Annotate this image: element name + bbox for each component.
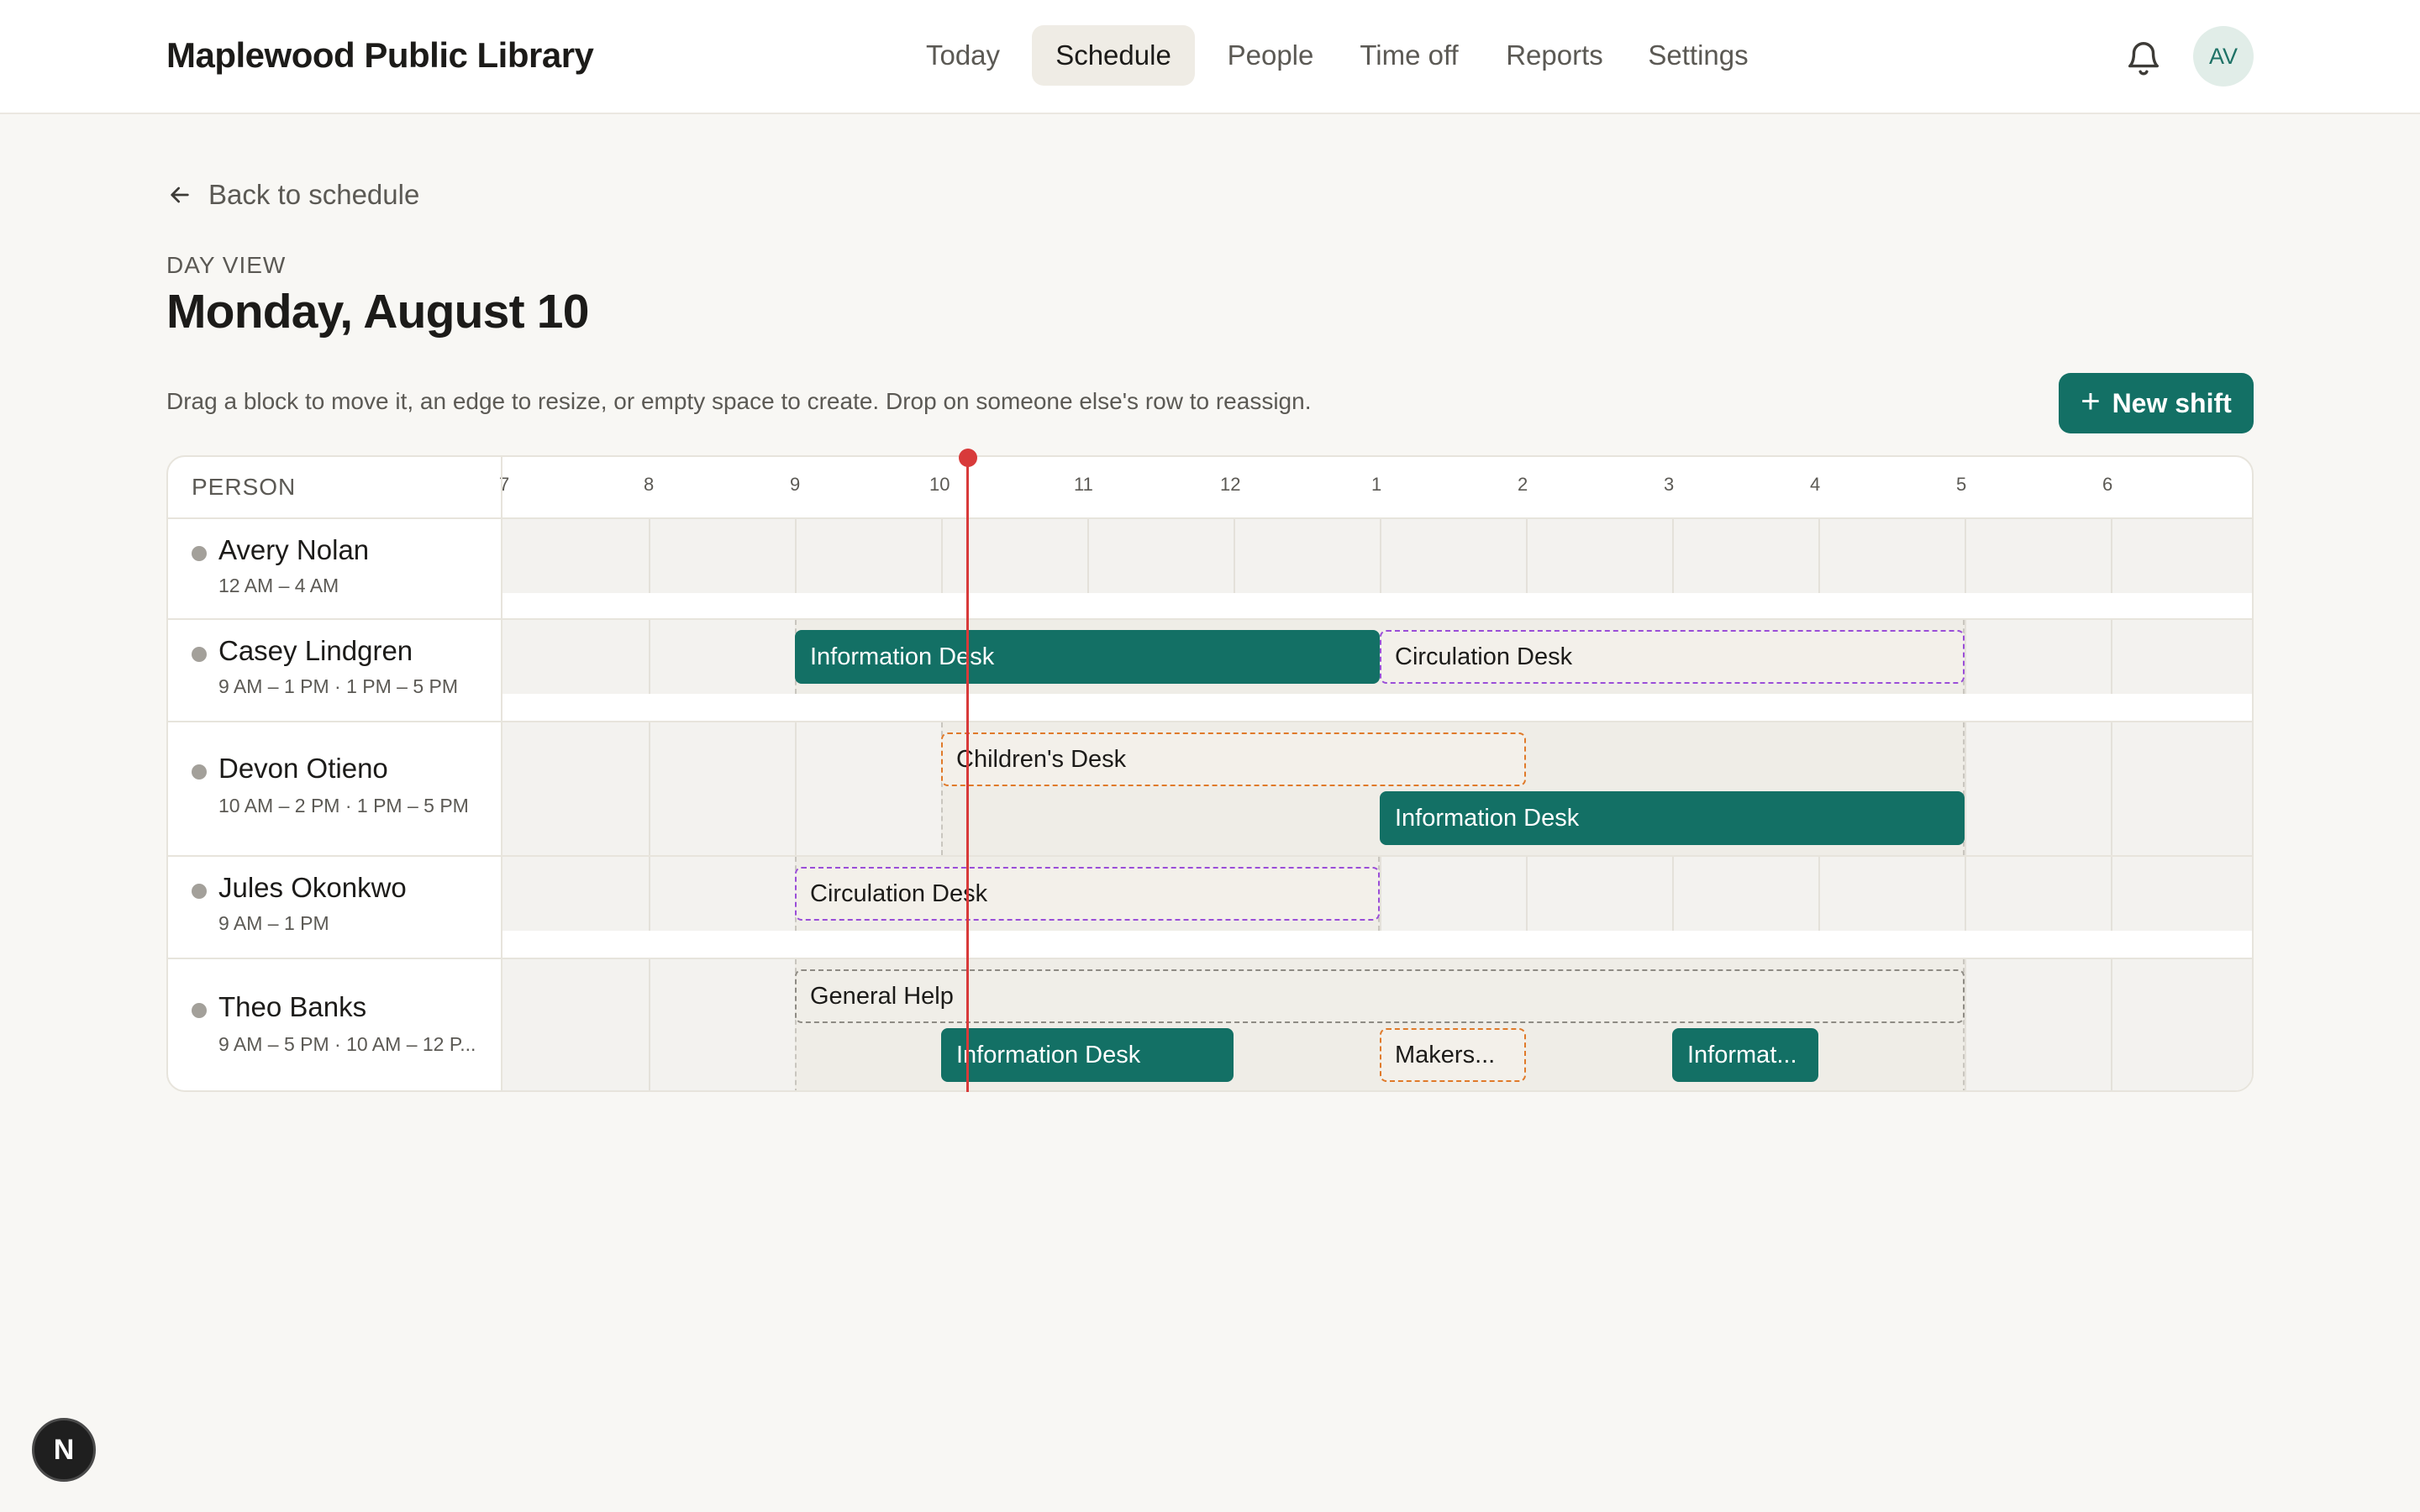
hour-gridline [1526,519,1528,593]
hour-gridline [2111,519,2112,593]
shift-block[interactable]: Children's Desk [941,732,1526,786]
person-row-theo: General Help Information Desk Makers... … [168,959,2252,1090]
status-dot [192,884,207,899]
new-shift-label: New shift [2112,387,2232,418]
hour-gridline [1818,857,1820,931]
back-label: Back to schedule [208,179,420,210]
hour-gridline [1380,519,1381,593]
nav-schedule[interactable]: Schedule [1032,25,1195,86]
page-title: Monday, August 10 [166,285,589,339]
hour-tick: 6 [2102,474,2113,495]
hour-gridline [1380,857,1381,931]
hour-tick: 1 [1371,474,1382,495]
hour-tick: 5 [1956,474,1967,495]
hour-gridline [795,519,797,593]
shift-block[interactable]: General Help [795,969,1965,1023]
hour-gridline [1672,519,1674,593]
hour-gridline [2111,722,2112,855]
person-hours: 12 AM – 4 AM [218,575,339,596]
hour-gridline [941,519,943,593]
timeline-track[interactable]: Children's Desk Information Desk [502,722,2252,855]
hour-gridline [2111,959,2112,1090]
timeline-track[interactable]: General Help Information Desk Makers... … [502,959,2252,1090]
person-name: Jules Okonkwo [218,872,407,903]
hour-gridline [1965,857,1966,931]
hour-gridline [1087,519,1089,593]
hour-tick: 3 [1664,474,1675,495]
person-column-header: PERSON [192,474,297,500]
timeline-track[interactable]: Information Desk Circulation Desk [502,620,2252,694]
status-dot [192,647,207,662]
shift-block[interactable]: Information Desk [795,630,1380,684]
person-name: Theo Banks [218,991,367,1022]
person-hours: 9 AM – 1 PM [218,912,329,934]
shift-block[interactable]: Circulation Desk [1380,630,1965,684]
hour-tick: 9 [790,474,801,495]
new-shift-button[interactable]: + New shift [2059,373,2254,433]
devtools-badge[interactable]: N [32,1418,96,1482]
hour-gridline [1818,519,1820,593]
hour-gridline [2111,857,2112,931]
hour-gridline [649,519,650,593]
instructions-text: Drag a block to move it, an edge to resi… [166,388,1312,414]
person-hours: 9 AM – 1 PM · 1 PM – 5 PM [218,675,459,697]
nav-today[interactable]: Today [914,25,1012,86]
shift-block[interactable]: Information Desk [1380,791,1965,845]
hour-tick: 2 [1518,474,1528,495]
schedule-grid: PERSON 7 8 9 10 11 12 1 2 3 4 5 6 Avery … [166,455,2254,1092]
shift-block[interactable]: Makers... [1380,1028,1526,1082]
hour-gridline [649,857,650,931]
timeline-track[interactable] [502,519,2252,593]
current-time-line [966,459,969,1092]
person-row-jules: Circulation Desk Jules Okonkwo 9 AM – 1 … [168,857,2252,959]
person-name: Avery Nolan [218,534,370,565]
brand-title[interactable]: Maplewood Public Library [166,35,594,76]
hour-gridline [795,722,797,855]
nav-time-off[interactable]: Time off [1346,25,1472,86]
hour-gridline [1965,722,1966,855]
top-header: Maplewood Public Library Today Schedule … [0,0,2420,114]
nav-reports[interactable]: Reports [1496,25,1613,86]
status-dot [192,1003,207,1018]
person-row-casey: Information Desk Circulation Desk Casey … [168,620,2252,722]
hour-tick: 8 [644,474,655,495]
person-name: Casey Lindgren [218,635,413,666]
hour-tick: 12 [1220,474,1241,495]
hour-gridline [1234,519,1235,593]
hour-gridline [1965,620,1966,694]
shift-block[interactable]: Informat... [1672,1028,1818,1082]
person-row-avery: Avery Nolan 12 AM – 4 AM [168,519,2252,620]
status-dot [192,546,207,561]
plus-icon: + [2081,383,2101,420]
hour-gridline [1965,959,1966,1090]
current-time-marker [959,449,977,467]
hour-tick: 11 [1074,474,1093,495]
hour-tick: 4 [1810,474,1821,495]
shift-block[interactable]: Circulation Desk [795,867,1380,921]
hour-gridline [1526,857,1528,931]
arrow-left-icon [171,186,189,203]
grid-header: PERSON 7 8 9 10 11 12 1 2 3 4 5 6 [168,457,2252,519]
user-avatar[interactable]: AV [2193,26,2254,87]
nav-people[interactable]: People [1218,25,1323,86]
hour-tick: 10 [929,474,950,495]
person-row-devon: Children's Desk Information Desk Devon O… [168,722,2252,857]
person-hours: 10 AM – 2 PM · 1 PM – 5 PM [218,795,469,816]
hour-gridline [649,722,650,855]
hour-gridline [649,959,650,1090]
hour-gridline [649,620,650,694]
status-dot [192,764,207,780]
hour-gridline [1672,857,1674,931]
view-eyebrow: DAY VIEW [166,252,287,278]
hour-gridline [2111,620,2112,694]
person-hours: 9 AM – 5 PM · 10 AM – 12 P... [218,1033,476,1055]
bell-icon[interactable] [2124,37,2163,79]
nav-settings[interactable]: Settings [1635,25,1761,86]
person-name: Devon Otieno [218,753,388,784]
timeline-track[interactable]: Circulation Desk [502,857,2252,931]
hour-gridline [1965,519,1966,593]
shift-block[interactable]: Information Desk [941,1028,1234,1082]
